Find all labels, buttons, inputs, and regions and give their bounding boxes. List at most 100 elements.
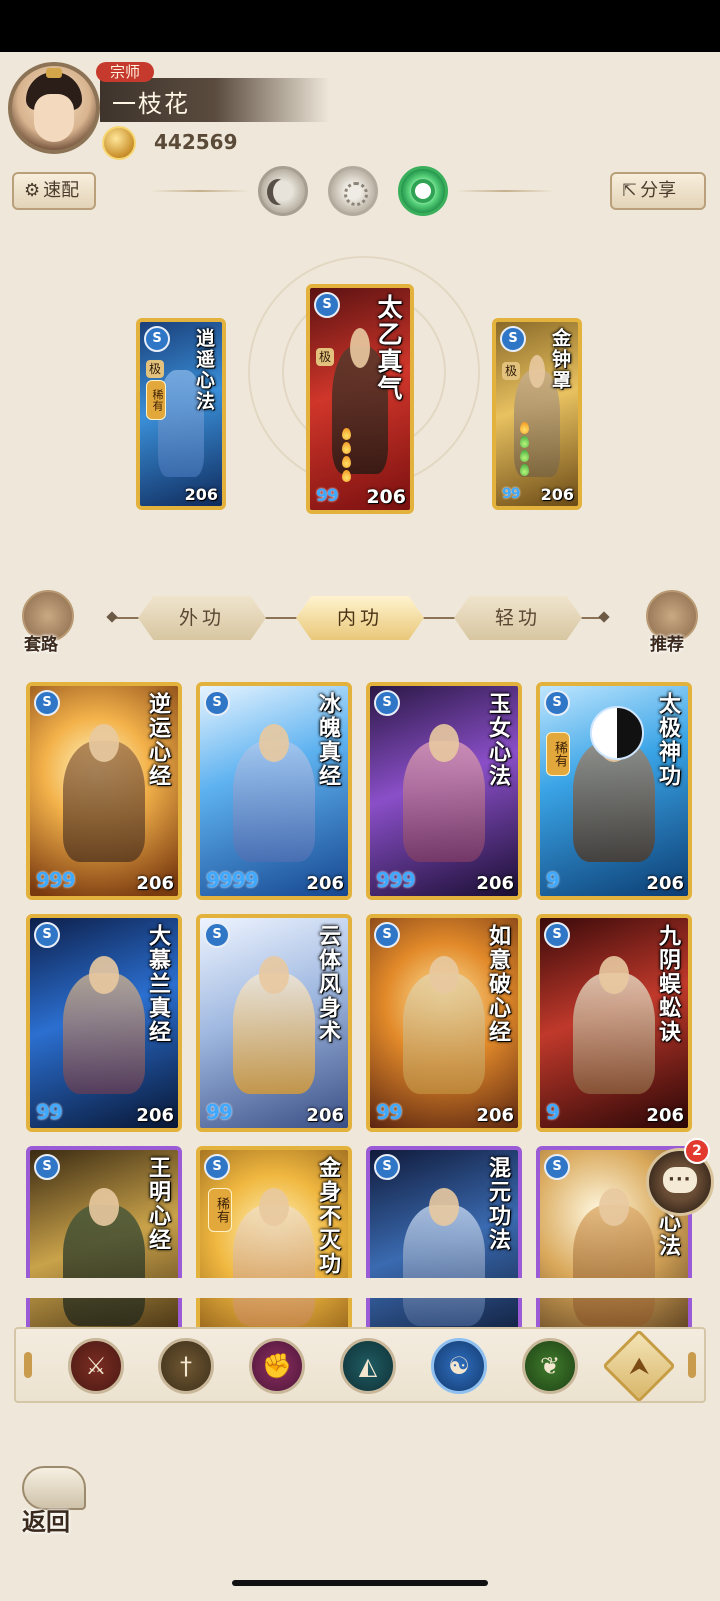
school-badge-icon: S: [544, 1154, 570, 1180]
card-stars: 99: [502, 486, 521, 502]
card-level: 206: [306, 873, 344, 894]
quick-match-button[interactable]: ⚙ 速配: [12, 172, 96, 210]
card-figure-head: [259, 723, 289, 762]
school-badge-icon: S: [374, 1154, 400, 1180]
share-button[interactable]: ⇱ 分享: [610, 172, 706, 210]
school-badge-icon: S: [204, 922, 230, 948]
divider-right: [455, 190, 555, 192]
card-figure-head: [350, 327, 370, 368]
card-figure-head: [89, 1187, 119, 1226]
school-badge-icon: S: [544, 922, 570, 948]
card-figure-head: [429, 955, 459, 994]
card-title: 金身不灭功: [315, 1156, 341, 1276]
equipped-card[interactable]: S 极 金钟罩 99 206: [492, 318, 582, 510]
player-avatar[interactable]: [8, 62, 100, 154]
quick-match-label: 速配: [43, 180, 80, 201]
school-badge-icon: S: [34, 922, 60, 948]
tab-dot: [598, 611, 610, 623]
skill-card[interactable]: S 如意破心经 99 206: [366, 914, 522, 1132]
grade-badge: 极: [316, 348, 334, 366]
tab-lightness-kungfu[interactable]: 轻功: [454, 596, 582, 640]
avatar-face: [34, 94, 74, 142]
school-badge-icon: S: [144, 326, 170, 352]
card-stars: 99: [206, 1100, 233, 1124]
card-figure-head: [259, 955, 289, 994]
sword-icon[interactable]: ⚔: [68, 1338, 124, 1394]
card-title: 心法: [655, 1210, 681, 1258]
chat-badge: 2: [684, 1138, 710, 1164]
grade-badge: 极: [146, 360, 164, 378]
card-level: 206: [646, 873, 684, 894]
skill-card[interactable]: S 九阴蜈蚣诀 9 206: [536, 914, 692, 1132]
card-stars: 9999: [206, 868, 259, 892]
card-stars: 9: [546, 1100, 560, 1124]
jade-mode-icon[interactable]: [398, 166, 448, 216]
card-title: 云体风身术: [315, 924, 341, 1044]
skill-card[interactable]: S 冰魄真经 9999 206: [196, 682, 352, 900]
leaf-icon[interactable]: ❦: [522, 1338, 578, 1394]
tab-dot: [106, 611, 118, 623]
blade-icon[interactable]: †: [158, 1338, 214, 1394]
school-badge-icon: S: [374, 922, 400, 948]
yinyang-icon[interactable]: ☯: [431, 1338, 487, 1394]
school-badge-icon: S: [500, 326, 526, 352]
rare-badge: 稀有: [146, 380, 166, 420]
share-icon: ⇱: [622, 180, 638, 201]
card-stars: 99: [36, 1100, 63, 1124]
card-figure-head: [89, 955, 119, 994]
sun-mode-icon[interactable]: [328, 166, 378, 216]
card-title: 金钟罩: [549, 328, 571, 391]
card-stars: 999: [36, 868, 76, 892]
coin-icon: [102, 126, 136, 160]
fist-icon[interactable]: ✊: [249, 1338, 305, 1394]
qi-drops: [342, 428, 351, 482]
skill-card[interactable]: S 云体风身术 99 206: [196, 914, 352, 1132]
moon-mode-icon[interactable]: [258, 166, 308, 216]
home-indicator[interactable]: [232, 1580, 488, 1586]
card-title: 九阴蜈蚣诀: [655, 924, 681, 1044]
skill-card[interactable]: S 逆运心经 999 206: [26, 682, 182, 900]
card-title: 如意破心经: [485, 924, 511, 1044]
fan-icon[interactable]: ◭: [340, 1338, 396, 1394]
status-bar: [0, 0, 720, 52]
card-figure-head: [599, 1187, 629, 1226]
card-title: 逆运心经: [145, 692, 171, 788]
card-stars: 9: [546, 868, 560, 892]
school-badge-icon: S: [544, 690, 570, 716]
card-figure-head: [599, 955, 629, 994]
scroll-cap-right: [688, 1352, 696, 1378]
equipped-card[interactable]: S 极 稀有 逍遥心法 206: [136, 318, 226, 510]
scroll-cap-left: [24, 1352, 32, 1378]
card-title: 太极神功: [655, 692, 681, 788]
card-title: 王明心经: [145, 1156, 171, 1252]
card-level: 206: [184, 485, 218, 504]
school-badge-icon: S: [204, 1154, 230, 1180]
tab-outer-kungfu[interactable]: 外功: [138, 596, 266, 640]
tab-inner-kungfu[interactable]: 内功: [296, 596, 424, 640]
skill-card[interactable]: S 大慕兰真经 99 206: [26, 914, 182, 1132]
skill-card[interactable]: S 玉女心法 999 206: [366, 682, 522, 900]
equipped-card[interactable]: S 极 太乙真气 99 206: [306, 284, 414, 514]
card-level: 206: [476, 873, 514, 894]
skill-card[interactable]: S 稀有 太极神功 9 206: [536, 682, 692, 900]
card-level: 206: [540, 485, 574, 504]
school-badge-icon: S: [34, 1154, 60, 1180]
back-button[interactable]: 返回: [18, 1462, 94, 1536]
coin-count: 442569: [154, 130, 238, 154]
school-badge-icon: S: [34, 690, 60, 716]
yinyang-icon: [590, 706, 644, 760]
player-name: 一枝花: [112, 90, 190, 118]
card-level: 206: [646, 1105, 684, 1126]
routine-label: 套路: [24, 635, 58, 655]
card-stars: 99: [316, 486, 339, 506]
card-figure-head: [429, 723, 459, 762]
title-badge: 宗师: [96, 62, 154, 82]
school-badge-icon: S: [374, 690, 400, 716]
grade-badge: 极: [502, 362, 520, 380]
recommend-label: 推荐: [650, 635, 684, 655]
share-label: 分享: [640, 180, 677, 201]
school-badge-icon: S: [204, 690, 230, 716]
qi-drops: [520, 422, 529, 476]
rare-badge: 稀有: [546, 732, 570, 776]
card-title: 混元功法: [485, 1156, 511, 1252]
